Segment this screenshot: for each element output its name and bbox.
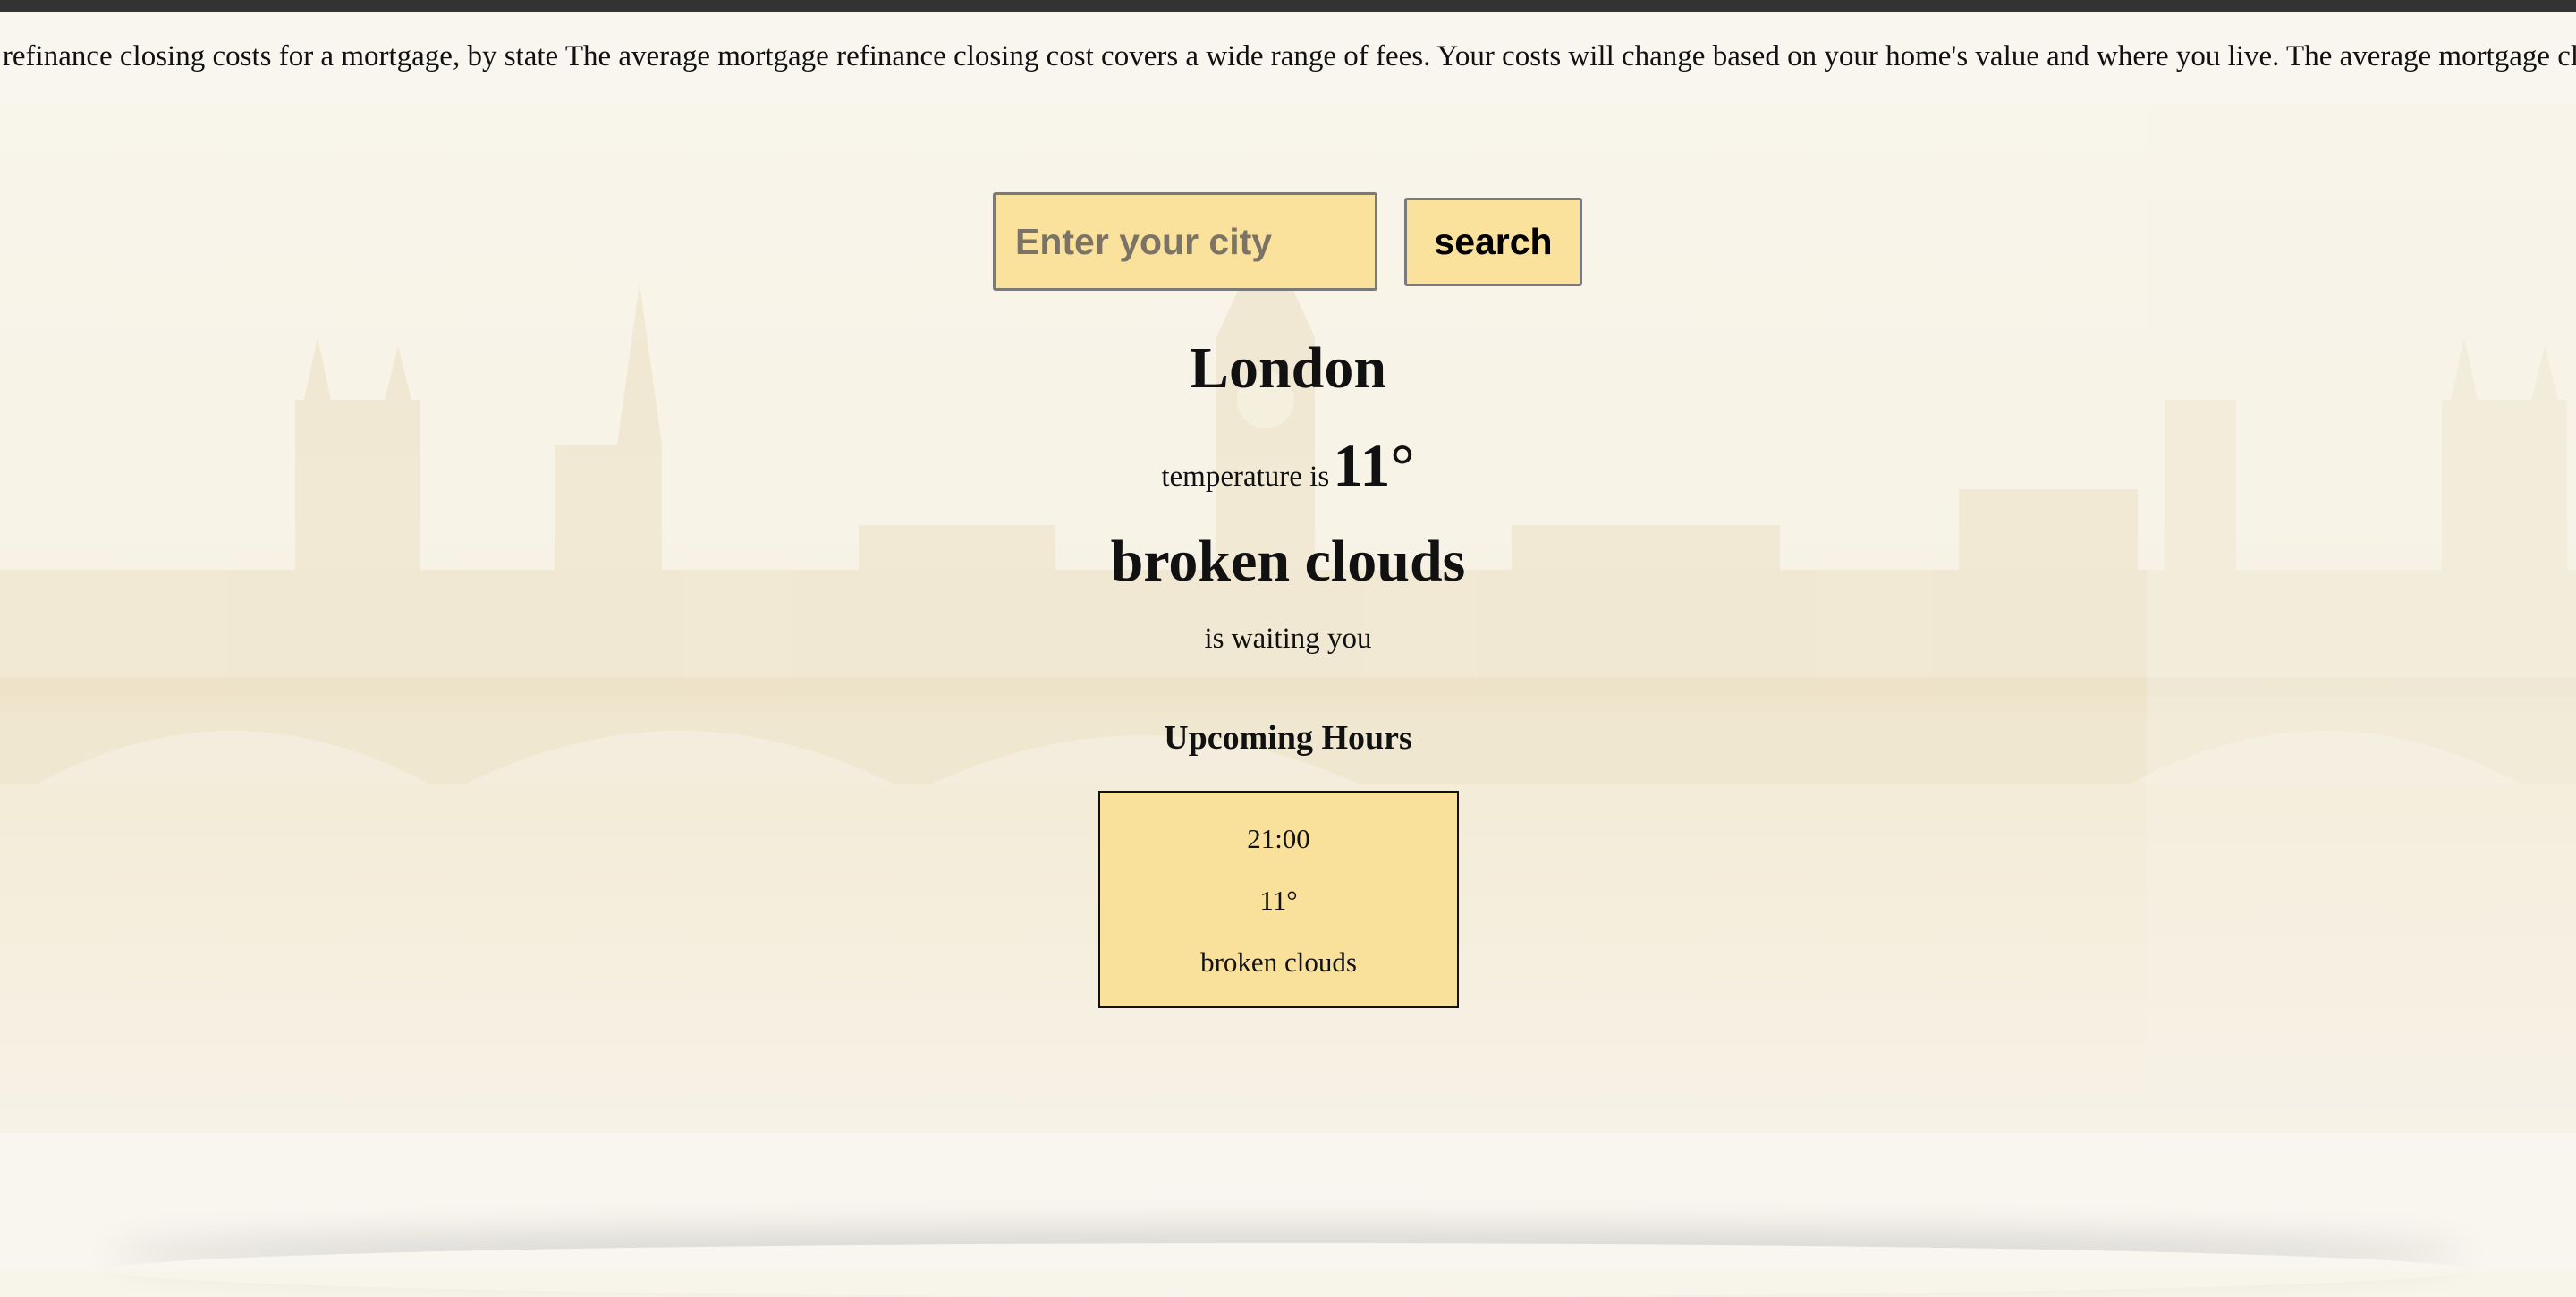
hour-description: broken clouds — [1200, 946, 1357, 978]
search-button[interactable]: search — [1404, 198, 1582, 286]
news-ticker: e refinance closing costs for a mortgage… — [0, 12, 2576, 105]
page-footer-area — [0, 1133, 2576, 1270]
waiting-text: is waiting you — [1204, 623, 1372, 655]
upcoming-hours-title: Upcoming Hours — [1164, 719, 1412, 757]
city-search-input[interactable] — [993, 192, 1377, 291]
browser-top-bar — [0, 0, 2576, 12]
hour-time: 21:00 — [1247, 823, 1310, 854]
temperature-line: temperature is 11° — [0, 429, 2576, 518]
window-shadow — [107, 1243, 2469, 1297]
hour-forecast-card: 21:00 11° broken clouds — [1098, 791, 1459, 1008]
temperature-label: temperature is — [1161, 461, 1330, 493]
hour-temperature: 11° — [1259, 885, 1298, 916]
ticker-text: e refinance closing costs for a mortgage… — [0, 40, 2576, 72]
temperature-value: 11° — [1333, 431, 1415, 499]
city-name: London — [1189, 335, 1387, 401]
search-form: search — [0, 192, 2576, 292]
weather-description: broken clouds — [1110, 529, 1466, 594]
